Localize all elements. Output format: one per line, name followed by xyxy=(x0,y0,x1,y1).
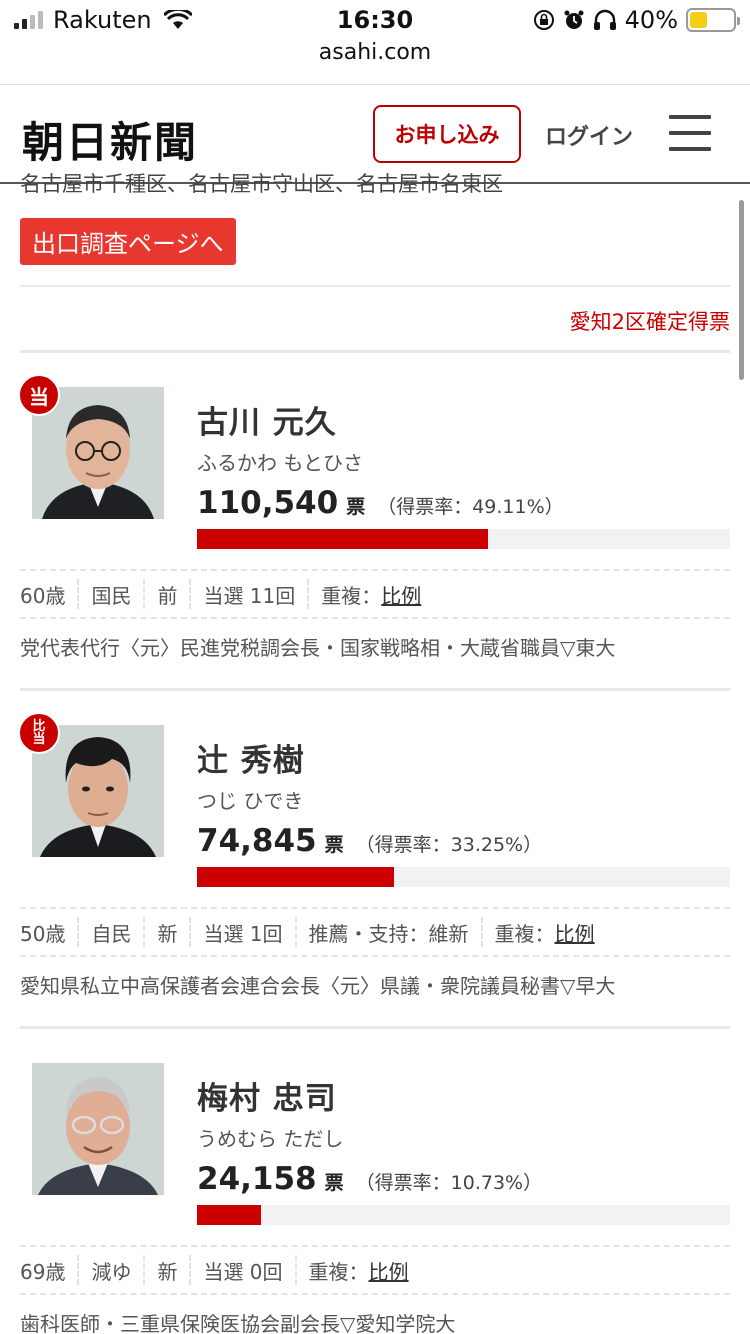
dual-candidacy: 重複： 比例 xyxy=(294,1255,421,1285)
vote-unit: 票 xyxy=(346,496,366,518)
vote-count: 110,540 票 （得票率：49.11%） xyxy=(197,485,564,521)
candidate-name: 梅村 忠司 xyxy=(197,1081,337,1117)
site-logo[interactable]: 朝日新聞 xyxy=(22,109,198,170)
menu-icon[interactable] xyxy=(669,115,711,151)
dual-candidacy: 重複： 比例 xyxy=(307,579,433,609)
candidate-photo xyxy=(32,1063,164,1195)
vote-number: 110,540 xyxy=(197,485,339,521)
candidate-kana: つじ ひでき xyxy=(197,789,304,813)
vote-rate: （得票率：49.11%） xyxy=(377,496,564,518)
divider xyxy=(20,1026,730,1029)
vote-unit: 票 xyxy=(324,834,344,856)
candidate-meta: 69歳 減ゆ 新 当選 0回 重複： 比例 xyxy=(20,1245,730,1295)
party: 自民 xyxy=(77,917,143,947)
party: 国民 xyxy=(77,579,143,609)
status-bar: Rakuten 16:30 40% xyxy=(0,0,750,40)
battery-icon xyxy=(686,8,740,32)
headphones-icon xyxy=(593,9,616,30)
times-elected: 当選 0回 xyxy=(189,1255,294,1285)
proportional-link[interactable]: 比例 xyxy=(555,918,595,947)
vote-unit: 票 xyxy=(324,1172,344,1194)
candidate-meta: 60歳 国民 前 当選 11回 重複： 比例 xyxy=(20,569,730,619)
vote-share-bar xyxy=(197,867,730,887)
subscribe-button[interactable]: お申し込み xyxy=(373,105,521,163)
dual-prefix: 重複： xyxy=(494,921,555,946)
candidate-name: 古川 元久 xyxy=(197,405,337,441)
divider xyxy=(20,350,730,353)
orientation-lock-icon xyxy=(533,10,554,30)
proportional-link[interactable]: 比例 xyxy=(381,580,421,609)
vote-number: 74,845 xyxy=(197,823,317,859)
vote-rate: （得票率：33.25%） xyxy=(355,834,543,856)
age: 60歳 xyxy=(20,583,66,608)
candidate-kana: うめむら ただし xyxy=(197,1127,344,1151)
url-bar[interactable]: asahi.com xyxy=(0,40,750,65)
age: 69歳 xyxy=(20,1259,66,1284)
divider xyxy=(20,688,730,691)
badge-bottom: 当 xyxy=(32,732,46,747)
page-scrollbar[interactable] xyxy=(739,200,744,380)
candidate-name: 辻 秀樹 xyxy=(197,743,305,779)
incumbent-status: 新 xyxy=(143,1255,189,1285)
party: 減ゆ xyxy=(77,1255,143,1285)
confirmed-label: 愛知2区確定得票 xyxy=(569,310,730,334)
vote-number: 24,158 xyxy=(197,1161,317,1197)
endorsement: 推薦・支持：維新 xyxy=(294,917,481,947)
vote-count: 74,845 票 （得票率：33.25%） xyxy=(197,823,542,859)
vote-rate: （得票率：10.73%） xyxy=(355,1172,543,1194)
candidate-career: 愛知県私立中高保護者会連合会長〈元〉県議・衆院議員秘書▽早大 xyxy=(20,974,616,998)
vote-share-bar xyxy=(197,529,730,549)
alarm-icon xyxy=(564,10,584,29)
age: 50歳 xyxy=(20,921,66,946)
candidate-meta: 50歳 自民 新 当選 1回 推薦・支持：維新 重複： 比例 xyxy=(20,907,730,957)
incumbent-status: 前 xyxy=(143,579,189,609)
proportional-elected-badge: 比 当 xyxy=(18,712,60,754)
exit-poll-button[interactable]: 出口調査ページへ xyxy=(20,218,236,265)
proportional-link[interactable]: 比例 xyxy=(369,1256,409,1285)
login-link[interactable]: ログイン xyxy=(545,119,633,151)
divider xyxy=(20,285,730,287)
candidate-kana: ふるかわ もとひさ xyxy=(197,451,363,475)
vote-count: 24,158 票 （得票率：10.73%） xyxy=(197,1161,542,1197)
dual-candidacy: 重複： 比例 xyxy=(480,917,607,947)
candidate-career: 歯科医師・三重県保険医協会副会長▽愛知学院大 xyxy=(20,1312,456,1334)
candidate-career: 党代表代行〈元〉民進党税調会長・国家戦略相・大蔵省職員▽東大 xyxy=(20,636,616,660)
times-elected: 当選 1回 xyxy=(189,917,294,947)
incumbent-status: 新 xyxy=(143,917,189,947)
vote-share-bar xyxy=(197,1205,730,1225)
times-elected: 当選 11回 xyxy=(189,579,307,609)
elected-badge: 当 xyxy=(18,374,60,416)
dual-prefix: 重複： xyxy=(321,583,382,608)
status-right: 40% xyxy=(533,6,740,34)
battery-percent: 40% xyxy=(624,6,678,34)
district-areas: 名古屋市千種区、名古屋市守山区、名古屋市名東区 xyxy=(20,172,503,196)
dual-prefix: 重複： xyxy=(308,1259,369,1284)
